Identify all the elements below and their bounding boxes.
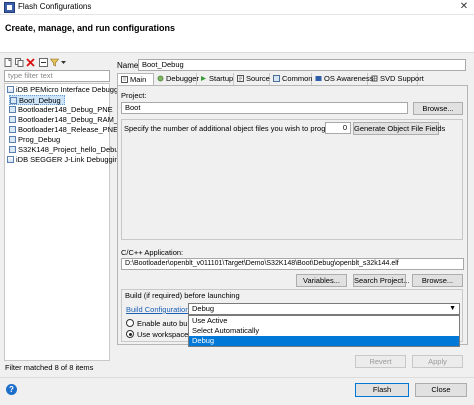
config-icon bbox=[9, 116, 16, 123]
build-group: Build (if required) before launching Bui… bbox=[121, 289, 463, 347]
delete-icon[interactable] bbox=[26, 58, 35, 67]
app-icon bbox=[4, 2, 15, 13]
svd-support-icon bbox=[371, 75, 378, 82]
dialog-header: Create, manage, and run configurations bbox=[0, 15, 474, 53]
build-group-label: Build (if required) before launching bbox=[125, 291, 240, 300]
filter-icon[interactable] bbox=[50, 58, 59, 67]
source-icon bbox=[237, 75, 244, 82]
config-icon bbox=[9, 106, 16, 113]
browse-application-button[interactable]: Browse... bbox=[412, 274, 463, 287]
generate-object-file-fields-button[interactable]: Generate Object File Fields bbox=[353, 122, 445, 135]
revert-button[interactable]: Revert bbox=[355, 355, 406, 368]
use-workspace-settings-radio[interactable] bbox=[126, 330, 134, 338]
startup-icon bbox=[201, 76, 206, 81]
debug-group-icon bbox=[7, 86, 14, 93]
project-label: Project: bbox=[121, 91, 147, 100]
enable-auto-build-label: Enable auto build bbox=[137, 319, 195, 328]
search-project-button[interactable]: Search Project... bbox=[353, 274, 409, 287]
debugger-icon bbox=[157, 75, 164, 82]
debug-group-icon bbox=[7, 156, 14, 163]
filter-status: Filter matched 8 of 8 items bbox=[5, 363, 94, 372]
config-icon bbox=[9, 126, 16, 133]
option-debug[interactable]: Debug bbox=[189, 336, 459, 346]
build-configuration-link[interactable]: Build Configuration: bbox=[126, 305, 191, 314]
application-label: C/C++ Application: bbox=[121, 248, 184, 257]
project-field[interactable]: Boot bbox=[121, 102, 408, 114]
object-files-label: Specify the number of additional object … bbox=[124, 124, 341, 133]
tab-os-awareness[interactable]: OS Awareness bbox=[312, 73, 373, 85]
help-icon[interactable]: ? bbox=[6, 384, 17, 395]
tab-startup[interactable]: Startup bbox=[197, 73, 234, 85]
tab-debugger[interactable]: Debugger bbox=[154, 73, 199, 85]
tab-common[interactable]: Common bbox=[270, 73, 312, 85]
new-config-icon[interactable] bbox=[4, 58, 13, 67]
config-tree[interactable]: iDB PEMicro Interface Debugging Boot_Deb… bbox=[4, 83, 134, 361]
object-files-group: Specify the number of additional object … bbox=[121, 119, 463, 240]
flash-button[interactable]: Flash bbox=[355, 383, 409, 397]
duplicate-icon[interactable] bbox=[15, 58, 24, 67]
main-tab-panel: Project: Boot Browse... Specify the numb… bbox=[117, 85, 468, 347]
option-select-automatically[interactable]: Select Automatically bbox=[189, 326, 459, 336]
close-button[interactable]: Close bbox=[415, 383, 467, 397]
build-configuration-dropdown: Use Active Select Automatically Debug bbox=[188, 315, 460, 347]
title-bar: Flash Configurations ✕ bbox=[0, 0, 474, 15]
main-icon bbox=[121, 76, 128, 83]
tree-item-prog-debug[interactable]: Prog_Debug bbox=[9, 135, 60, 145]
tree-item-boot-debug[interactable]: Boot_Debug bbox=[9, 95, 65, 105]
common-icon bbox=[273, 75, 280, 82]
browse-project-button[interactable]: Browse... bbox=[413, 102, 463, 115]
tree-item-bootloader148-release-pne[interactable]: Bootloader148_Release_PNE bbox=[9, 125, 118, 135]
chevron-down-icon: ▼ bbox=[449, 305, 456, 312]
build-configuration-select[interactable]: Debug ▼ bbox=[188, 303, 460, 315]
dialog-heading: Create, manage, and run configurations bbox=[5, 23, 176, 33]
collapse-all-icon[interactable] bbox=[39, 58, 48, 67]
apply-button[interactable]: Apply bbox=[412, 355, 463, 368]
object-files-count-field[interactable]: 0 bbox=[325, 122, 351, 134]
close-icon[interactable]: ✕ bbox=[457, 1, 471, 13]
tree-group-pemicro[interactable]: iDB PEMicro Interface Debugging bbox=[7, 85, 128, 95]
tree-group-segger[interactable]: iDB SEGGER J-Link Debugging bbox=[7, 155, 123, 165]
tree-item-bootloader148-debug-pne[interactable]: Bootloader148_Debug_PNE bbox=[9, 105, 113, 115]
option-use-active[interactable]: Use Active bbox=[189, 316, 459, 326]
tree-item-s32k148-project-hello-debug[interactable]: S32K148_Project_hello_Debug bbox=[9, 145, 123, 155]
config-icon bbox=[9, 146, 16, 153]
tab-svd-support[interactable]: SVD Support bbox=[368, 73, 424, 85]
tab-source[interactable]: Source bbox=[234, 73, 270, 85]
window-title: Flash Configurations bbox=[18, 2, 92, 11]
enable-auto-build-radio[interactable] bbox=[126, 319, 134, 327]
config-icon bbox=[9, 136, 16, 143]
filter-input[interactable]: type filter text bbox=[4, 70, 110, 82]
os-awareness-icon bbox=[315, 76, 322, 81]
name-field[interactable]: Boot_Debug bbox=[138, 59, 466, 71]
tree-item-bootloader148-debug-ram-pne[interactable]: Bootloader148_Debug_RAM_PNE bbox=[9, 115, 134, 125]
application-path-field[interactable]: D:\Bootloader\openblt_v011101\Target\Dem… bbox=[121, 258, 464, 270]
variables-button[interactable]: Variables... bbox=[296, 274, 347, 287]
config-icon bbox=[10, 97, 17, 104]
chevron-down-icon[interactable] bbox=[59, 58, 68, 67]
